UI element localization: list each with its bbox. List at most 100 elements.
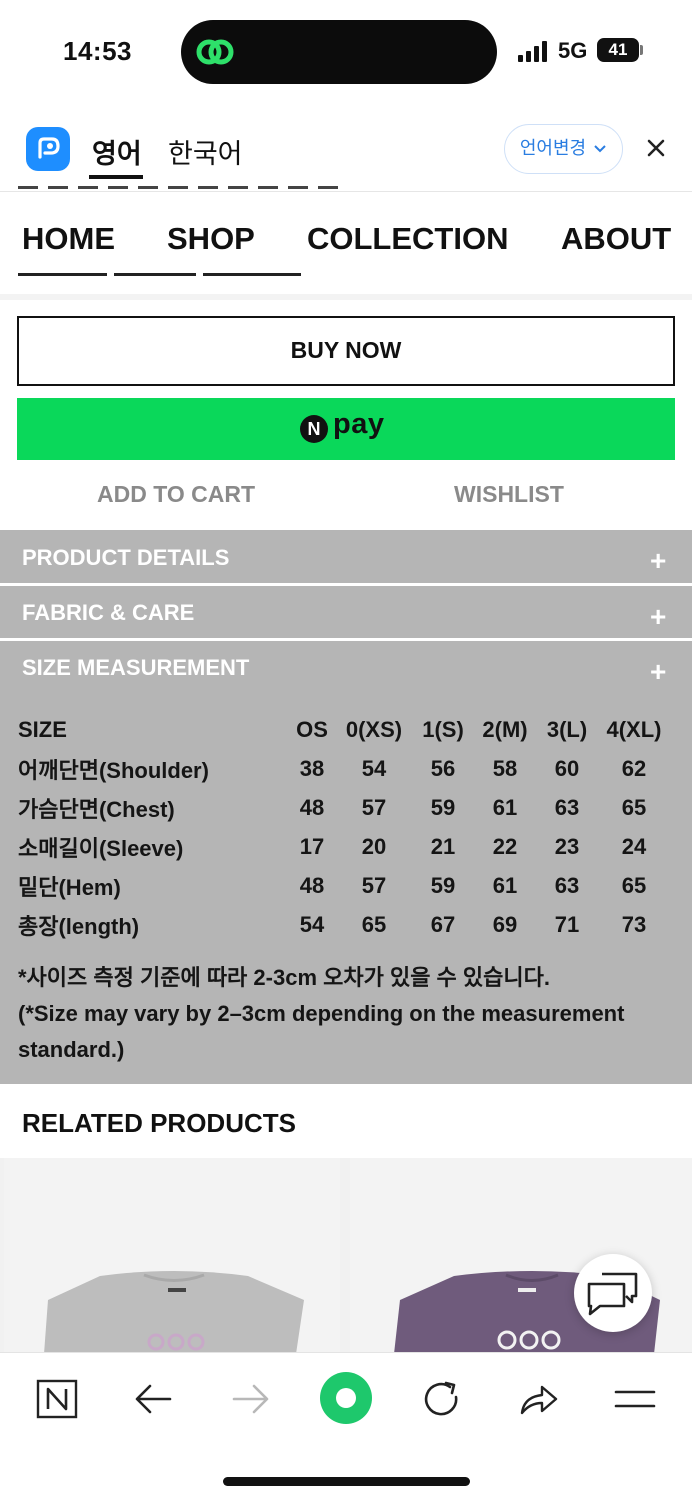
table-cell: 17 — [299, 833, 325, 859]
language-change-label: 언어변경 — [519, 138, 587, 158]
table-cell: 63 — [554, 872, 580, 898]
dynamic-island — [181, 20, 497, 84]
accordion-fabric-care[interactable]: FABRIC & CARE + — [0, 586, 692, 638]
wishlist-button[interactable]: WISHLIST — [454, 481, 564, 508]
table-cell: 60 — [554, 755, 580, 781]
nav-collection[interactable]: COLLECTION — [307, 221, 509, 257]
table-cell: 67 — [430, 911, 456, 937]
table-cell: 71 — [554, 911, 580, 937]
size-note-english: (*Size may vary by 2–3cm depending on th… — [18, 1001, 625, 1062]
language-change-button[interactable]: 언어변경 — [504, 124, 623, 174]
tab-korean[interactable]: 한국어 — [168, 132, 243, 171]
table-header-cell: 4(XL) — [606, 716, 662, 742]
accordion-title: PRODUCT DETAILS — [22, 545, 230, 570]
table-cell: 22 — [492, 833, 518, 859]
active-tab-underline — [89, 175, 143, 179]
clipped-text-strip — [18, 186, 418, 194]
plus-icon: + — [650, 545, 667, 576]
table-cell: 58 — [492, 755, 518, 781]
npay-n-icon: N — [300, 415, 328, 443]
table-cell: 총장(length) — [18, 913, 140, 939]
table-row: 밑단(Hem) 48 57 59 61 63 65 — [18, 866, 670, 905]
table-row: 총장(length) 54 65 67 69 71 73 — [18, 905, 670, 944]
table-cell: 20 — [361, 833, 387, 859]
size-measurement-panel: SIZE OS 0(XS) 1(S) 2(M) 3(L) 4(XL) 어깨단면(… — [0, 692, 692, 1084]
table-cell: 21 — [430, 833, 456, 859]
accordion-title: SIZE MEASUREMENT — [22, 655, 250, 680]
related-products-title: RELATED PRODUCTS — [22, 1108, 296, 1138]
refresh-icon[interactable] — [416, 1373, 468, 1425]
table-header-cell: 1(S) — [422, 716, 464, 742]
table-cell: 밑단(Hem) — [18, 874, 121, 900]
table-cell: 65 — [621, 872, 647, 898]
plus-icon: + — [650, 601, 667, 632]
naver-n-icon[interactable] — [31, 1373, 83, 1425]
tab-english[interactable]: 영어 — [92, 132, 142, 171]
accordion-size-measurement[interactable]: SIZE MEASUREMENT + — [0, 641, 692, 692]
accordion-title: FABRIC & CARE — [22, 600, 195, 625]
table-cell: 54 — [361, 755, 387, 781]
table-cell: 59 — [430, 872, 456, 898]
table-cell: 56 — [430, 755, 456, 781]
chevron-down-icon — [594, 145, 606, 153]
accordion-product-details[interactable]: PRODUCT DETAILS + — [0, 530, 692, 583]
nav-shop[interactable]: SHOP — [167, 221, 255, 257]
translate-bar: 영어 한국어 언어변경 — [0, 112, 692, 192]
table-cell: 38 — [299, 755, 325, 781]
table-cell: 59 — [430, 794, 456, 820]
table-cell: 69 — [492, 911, 518, 937]
table-cell: 가슴단면(Chest) — [18, 796, 175, 822]
battery-tip — [640, 45, 643, 55]
nav-home[interactable]: HOME — [22, 221, 115, 257]
table-row: 소매길이(Sleeve) 17 20 21 22 23 24 — [18, 827, 670, 866]
nav-underline — [18, 273, 107, 276]
papago-logo-icon[interactable] — [26, 127, 70, 171]
nav-underline — [114, 273, 196, 276]
table-cell: 23 — [554, 833, 580, 859]
table-cell: 61 — [492, 794, 518, 820]
menu-icon[interactable] — [609, 1373, 661, 1425]
npay-label: pay — [333, 408, 385, 440]
status-time: 14:53 — [63, 36, 132, 66]
size-table: SIZE OS 0(XS) 1(S) 2(M) 3(L) 4(XL) 어깨단면(… — [18, 710, 670, 944]
network-type: 5G — [558, 38, 588, 63]
table-header-row: SIZE OS 0(XS) 1(S) 2(M) 3(L) 4(XL) — [18, 710, 670, 749]
table-row: 가슴단면(Chest) 48 57 59 61 63 65 — [18, 788, 670, 827]
buy-now-button[interactable]: BUY NOW — [17, 316, 675, 386]
back-arrow-icon[interactable] — [128, 1373, 180, 1425]
npay-button[interactable]: N pay — [17, 398, 675, 460]
related-products-header: RELATED PRODUCTS — [4, 1086, 688, 1158]
chat-button[interactable] — [574, 1254, 652, 1332]
table-cell: 57 — [361, 872, 387, 898]
table-cell: 57 — [361, 794, 387, 820]
product-card[interactable] — [4, 1158, 340, 1354]
island-app-icon — [196, 39, 234, 65]
table-cell: 61 — [492, 872, 518, 898]
plus-icon: + — [650, 656, 667, 687]
table-cell: 48 — [299, 794, 325, 820]
battery-icon: 41 — [597, 38, 639, 62]
add-to-cart-button[interactable]: ADD TO CART — [97, 481, 255, 508]
forward-arrow-icon[interactable] — [224, 1373, 276, 1425]
table-cell: 65 — [621, 794, 647, 820]
section-divider — [0, 294, 692, 300]
table-header-cell: 0(XS) — [345, 716, 403, 742]
table-cell: 24 — [621, 833, 647, 859]
close-icon[interactable] — [640, 132, 672, 164]
nav-underline — [203, 273, 301, 276]
nav-about[interactable]: ABOUT — [561, 221, 671, 257]
table-row: 어깨단면(Shoulder) 38 54 56 58 60 62 — [18, 749, 670, 788]
chat-icon — [587, 1272, 638, 1316]
signal-icon — [518, 40, 550, 62]
table-header-cell: 3(L) — [546, 716, 588, 742]
main-nav: HOME SHOP COLLECTION ABOUT — [0, 196, 692, 294]
naver-green-dot-icon[interactable] — [319, 1371, 373, 1425]
status-bar: 14:53 5G 41 — [0, 0, 692, 100]
share-icon[interactable] — [512, 1373, 564, 1425]
table-cell: 48 — [299, 872, 325, 898]
table-header-cell: OS — [296, 716, 328, 742]
table-cell: 65 — [361, 911, 387, 937]
table-cell: 어깨단면(Shoulder) — [18, 757, 209, 783]
table-cell: 54 — [299, 911, 325, 937]
table-header-cell: SIZE — [18, 716, 67, 742]
